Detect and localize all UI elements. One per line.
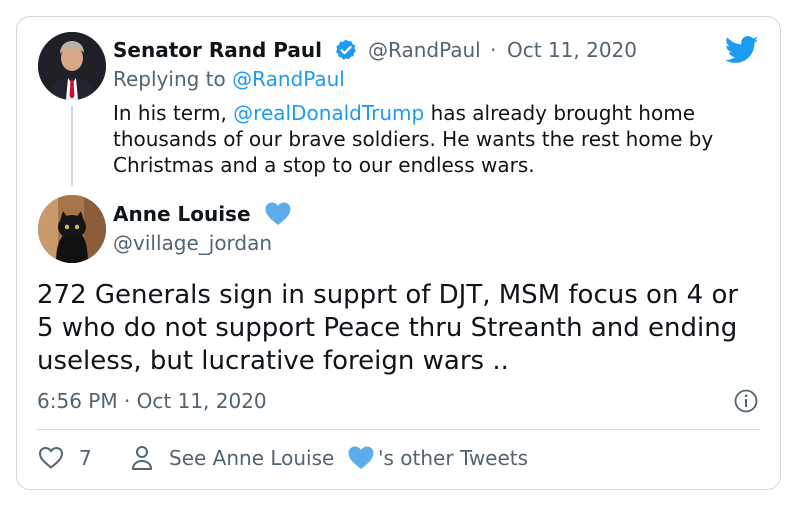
author-handle[interactable]: @village_jordan bbox=[113, 231, 272, 255]
tweet-text-line-1: 272 Generals sign in supprt of DJT, MSM … bbox=[37, 280, 739, 310]
header-separator: · bbox=[490, 38, 497, 62]
anne-louise-avatar[interactable] bbox=[38, 195, 106, 263]
replying-to-prefix: Replying to bbox=[113, 67, 226, 91]
parent-text-line-3: Christmas and a stop to our endless wars… bbox=[113, 153, 535, 177]
twitter-bird-icon[interactable] bbox=[725, 36, 759, 64]
rand-paul-avatar-image bbox=[38, 32, 106, 100]
mention-link[interactable]: @realDonaldTrump bbox=[233, 101, 424, 125]
blue-heart-inline-icon bbox=[348, 446, 374, 469]
see-other-tweets-prefix[interactable]: See Anne Louise bbox=[169, 446, 334, 470]
thread-connector-line bbox=[71, 106, 73, 186]
parent-text-line-2: thousands of our brave soldiers. He want… bbox=[113, 127, 714, 151]
person-outline-icon[interactable] bbox=[131, 445, 153, 471]
heart-outline-icon[interactable] bbox=[38, 446, 64, 470]
anne-louise-avatar-image bbox=[38, 195, 106, 263]
parent-tweet-text: In his term, @realDonaldTrump has alread… bbox=[113, 100, 753, 178]
parent-text-prefix: In his term, bbox=[113, 101, 234, 125]
verified-badge-icon bbox=[335, 39, 356, 60]
tweet-text: 272 Generals sign in supprt of DJT, MSM … bbox=[37, 279, 767, 378]
tweet-text-line-2: 5 who do not support Peace thru Streanth… bbox=[37, 313, 738, 343]
parent-tweet-date[interactable]: Oct 11, 2020 bbox=[507, 38, 637, 62]
like-count[interactable]: 7 bbox=[79, 446, 92, 470]
parent-text-line-1: In his term, @realDonaldTrump has alread… bbox=[113, 100, 753, 126]
replying-to-handle-link[interactable]: @RandPaul bbox=[232, 67, 345, 91]
parent-text-line1-rest: has already brought home bbox=[424, 101, 696, 125]
blue-heart-icon bbox=[265, 202, 291, 225]
replying-to-line: Replying to @RandPaul bbox=[113, 67, 345, 91]
rand-paul-avatar[interactable] bbox=[38, 32, 106, 100]
parent-author-name[interactable]: Senator Rand Paul bbox=[113, 38, 322, 62]
author-name[interactable]: Anne Louise bbox=[113, 202, 251, 226]
tweet-timestamp[interactable]: 6:56 PM · Oct 11, 2020 bbox=[37, 389, 267, 413]
tweet-text-line-3: useless, but lucrative foreign wars .. bbox=[37, 346, 509, 376]
info-icon[interactable] bbox=[734, 389, 758, 413]
see-other-tweets-suffix[interactable]: 's other Tweets bbox=[378, 446, 528, 470]
parent-author-handle[interactable]: @RandPaul bbox=[368, 38, 481, 62]
action-bar-divider bbox=[37, 429, 760, 430]
